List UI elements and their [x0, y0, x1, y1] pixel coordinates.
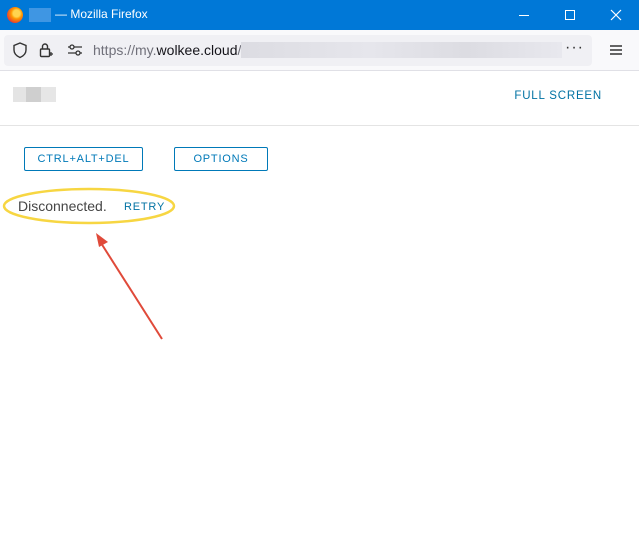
- full-screen-button[interactable]: FULL SCREEN: [514, 90, 602, 102]
- redacted-url-path: [241, 42, 562, 58]
- permissions-icon[interactable]: [66, 41, 84, 59]
- maximize-icon: [565, 10, 575, 20]
- options-button[interactable]: OPTIONS: [174, 147, 268, 171]
- hamburger-menu-icon[interactable]: [608, 42, 624, 58]
- lock-icon[interactable]: [37, 41, 55, 59]
- browser-window: — Mozilla Firefox https://my.wolkee.clou…: [0, 0, 639, 550]
- redacted-title: [29, 8, 51, 22]
- app-header: FULL SCREEN: [0, 71, 639, 126]
- ctrl-alt-del-button[interactable]: CTRL+ALT+DEL: [24, 147, 143, 171]
- firefox-logo-icon: [7, 7, 23, 23]
- window-title: — Mozilla Firefox: [55, 7, 148, 21]
- retry-button[interactable]: RETRY: [124, 201, 165, 213]
- shield-icon[interactable]: [11, 41, 29, 59]
- url-text[interactable]: https://my.wolkee.cloud/: [93, 42, 241, 58]
- page-actions-menu-icon[interactable]: ···: [565, 39, 584, 57]
- annotation-arrow-head: [96, 233, 108, 247]
- redacted-logo: [13, 87, 56, 102]
- minimize-button[interactable]: [501, 0, 547, 30]
- url-bar[interactable]: https://my.wolkee.cloud/ ···: [4, 35, 592, 66]
- minimize-icon: [519, 14, 529, 16]
- connection-status: Disconnected.: [18, 198, 107, 214]
- close-icon: [610, 9, 622, 21]
- url-host: wolkee.cloud: [156, 42, 238, 58]
- annotation-arrow-shaft: [100, 242, 163, 340]
- url-prefix: https://my.: [93, 42, 157, 58]
- title-bar: — Mozilla Firefox: [0, 0, 639, 30]
- close-button[interactable]: [593, 0, 639, 30]
- maximize-button[interactable]: [547, 0, 593, 30]
- navigation-toolbar: https://my.wolkee.cloud/ ···: [0, 30, 639, 71]
